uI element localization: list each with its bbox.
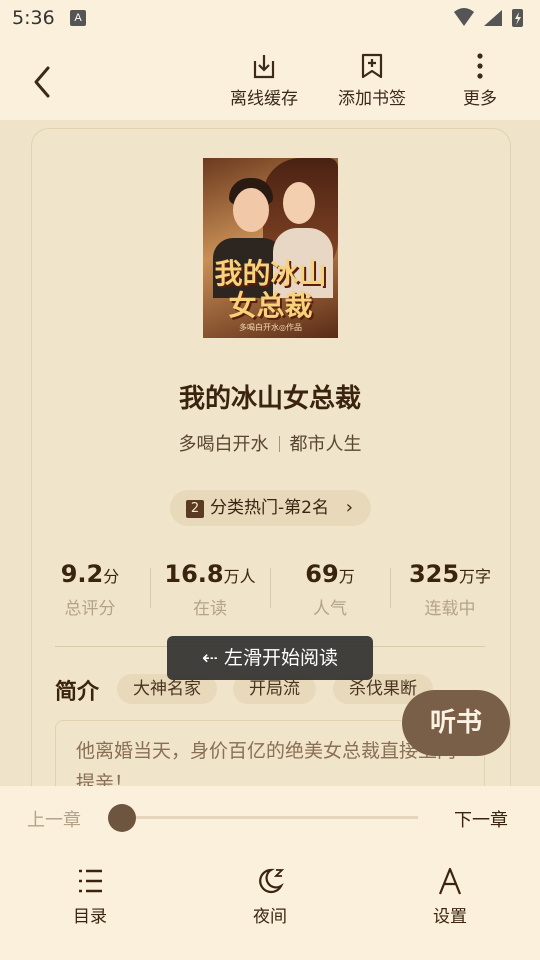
stat-unit: 万人 bbox=[223, 567, 256, 586]
cover-art-face-male bbox=[233, 188, 269, 232]
intro-heading: 简介 bbox=[55, 680, 100, 705]
notification-icon: A bbox=[70, 10, 86, 26]
stat-unit: 万 bbox=[338, 567, 355, 586]
back-arrow-icon[interactable] bbox=[26, 62, 62, 102]
category-name[interactable]: 都市人生 bbox=[290, 434, 362, 455]
slider-handle[interactable] bbox=[108, 804, 136, 832]
stat-unit: 万字 bbox=[459, 567, 492, 586]
more-label: 更多 bbox=[463, 89, 497, 109]
stat-label: 连载中 bbox=[424, 599, 476, 619]
stats-row: 9.2分 总评分 16.8万人 在读 69万 人气 325万字 连载中 bbox=[30, 560, 510, 624]
status-time: 5:36 bbox=[12, 7, 55, 29]
status-icons bbox=[454, 8, 523, 27]
catalog-label: 目录 bbox=[73, 907, 107, 927]
chapter-progress-slider[interactable] bbox=[122, 816, 418, 819]
reader-bottom-panel: 上一章 下一章 目录 夜间 设置 bbox=[0, 786, 540, 960]
chevron-right-icon: › bbox=[345, 497, 353, 518]
more-vertical-icon bbox=[477, 53, 483, 79]
listen-button[interactable]: 听书 bbox=[402, 690, 510, 756]
book-cover[interactable]: 我的冰山女总裁 多喝白开水◎作品 bbox=[203, 158, 338, 338]
next-chapter-button[interactable]: 下一章 bbox=[454, 806, 508, 832]
settings-button[interactable]: 设置 bbox=[405, 866, 495, 927]
swipe-hint-toast: ⇠ 左滑开始阅读 bbox=[167, 636, 373, 680]
night-mode-button[interactable]: 夜间 bbox=[225, 866, 315, 927]
stat-unit: 分 bbox=[103, 567, 120, 586]
offline-cache-label: 离线缓存 bbox=[230, 89, 298, 109]
status-bar: 5:36 A bbox=[0, 0, 540, 36]
prev-chapter-button[interactable]: 上一章 bbox=[27, 806, 81, 832]
cover-title: 我的冰山女总裁 bbox=[214, 257, 327, 322]
book-title: 我的冰山女总裁 bbox=[178, 384, 361, 414]
top-bar: 5:36 A 离线缓存 添加书签 更多 bbox=[0, 0, 540, 120]
signal-icon bbox=[484, 10, 502, 26]
rank-text: 分类热门-第2名 bbox=[210, 498, 329, 518]
stat-readers: 16.8万人 在读 bbox=[150, 560, 270, 619]
stat-wordcount: 325万字 连载中 bbox=[390, 560, 510, 619]
bookmark-add-icon bbox=[361, 53, 383, 79]
author-line: 多喝白开水 都市人生 bbox=[0, 430, 540, 456]
stat-rating: 9.2分 总评分 bbox=[30, 560, 150, 619]
download-icon bbox=[253, 55, 275, 79]
moon-icon bbox=[259, 868, 285, 894]
stat-value: 9.2 bbox=[60, 560, 104, 588]
cover-art-face-female bbox=[283, 182, 315, 224]
rank-badge[interactable]: 2 分类热门-第2名 › bbox=[170, 490, 371, 526]
cover-author: 多喝白开水◎作品 bbox=[239, 323, 302, 332]
night-mode-label: 夜间 bbox=[253, 907, 287, 927]
stat-label: 人气 bbox=[313, 599, 347, 619]
wifi-icon bbox=[454, 8, 474, 26]
stat-label: 在读 bbox=[193, 599, 227, 619]
add-bookmark-label: 添加书签 bbox=[338, 89, 406, 109]
catalog-button[interactable]: 目录 bbox=[45, 866, 135, 927]
add-bookmark-button[interactable]: 添加书签 bbox=[327, 52, 417, 112]
stat-popularity: 69万 人气 bbox=[270, 560, 390, 619]
settings-label: 设置 bbox=[433, 907, 467, 927]
more-button[interactable]: 更多 bbox=[435, 52, 525, 112]
font-icon bbox=[438, 867, 462, 895]
stat-label: 总评分 bbox=[64, 599, 116, 619]
rank-number: 2 bbox=[186, 500, 204, 518]
stat-value: 325 bbox=[408, 560, 460, 588]
author-name[interactable]: 多喝白开水 bbox=[179, 434, 269, 455]
divider bbox=[278, 436, 280, 452]
offline-cache-button[interactable]: 离线缓存 bbox=[219, 52, 309, 112]
stat-value: 16.8 bbox=[164, 560, 224, 588]
list-icon bbox=[79, 869, 102, 893]
stat-value: 69 bbox=[305, 560, 339, 588]
